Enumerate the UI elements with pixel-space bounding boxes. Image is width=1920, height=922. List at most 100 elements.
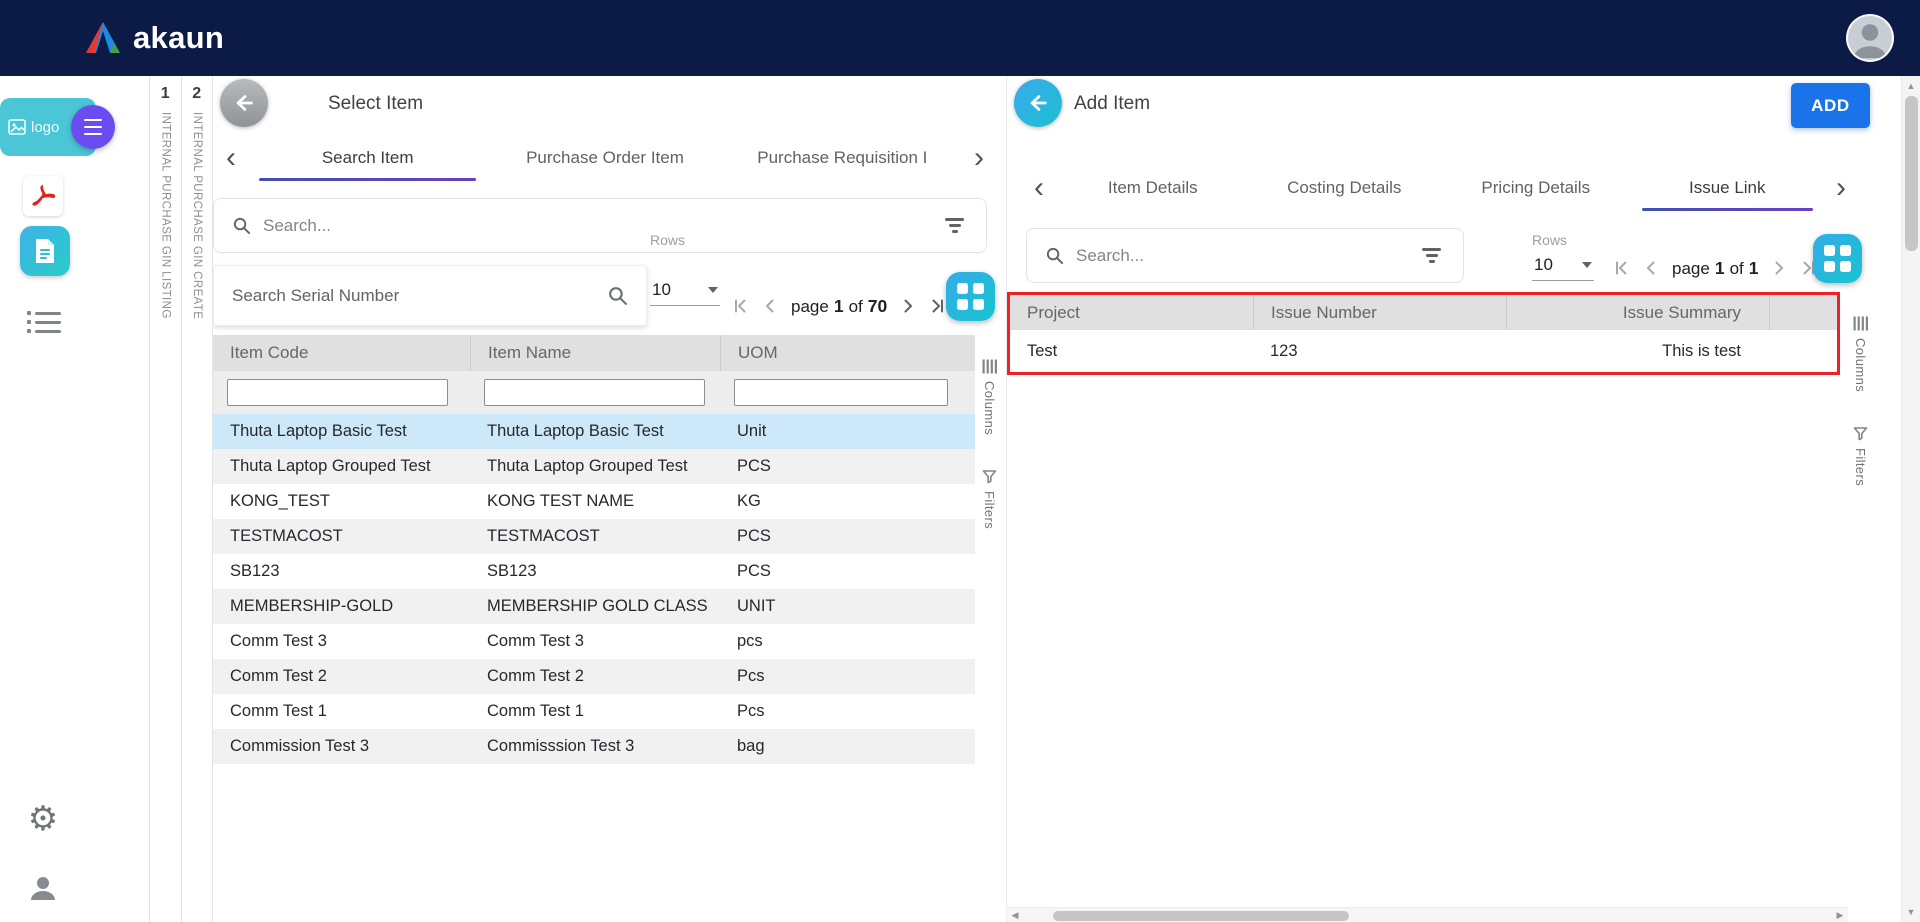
issue-table-body: Test123This is test (1010, 330, 1837, 372)
brand-logo[interactable]: akaun (84, 20, 224, 56)
rows-per-page-select[interactable]: 10 (650, 280, 720, 306)
tabs-scroll-right-icon[interactable]: › (1823, 165, 1859, 211)
table-cell: SB123 (470, 562, 720, 581)
table-cell: TESTMACOST (470, 527, 720, 546)
column-filter-input[interactable] (734, 379, 948, 406)
table-row[interactable]: KONG_TESTKONG TEST NAMEKG (213, 484, 975, 519)
page-current: 1 (1715, 258, 1725, 279)
back-button[interactable] (1014, 79, 1062, 127)
column-header: Issue Summary (1506, 295, 1769, 330)
table-cell: PCS (720, 562, 975, 581)
tab-issue-link[interactable]: Issue Link (1632, 165, 1824, 211)
table-row[interactable]: Thuta Laptop Grouped TestThuta Laptop Gr… (213, 449, 975, 484)
right-panel-tabbar: ‹ Item DetailsCosting DetailsPricing Det… (1021, 165, 1859, 211)
columns-toggle[interactable]: Columns (1853, 316, 1869, 392)
table-row[interactable]: TESTMACOSTTESTMACOSTPCS (213, 519, 975, 554)
of-word: of (1730, 259, 1744, 279)
workflow-step[interactable]: 2INTERNAL PURCHASE GIN CREATE (181, 76, 213, 922)
filters-label: Filters (982, 491, 997, 529)
last-page-button[interactable] (926, 295, 948, 317)
search-icon (1045, 246, 1064, 265)
table-cell: Pcs (720, 702, 975, 721)
brand-name: akaun (133, 20, 224, 56)
columns-toggle[interactable]: Columns (982, 359, 998, 435)
prev-page-button[interactable] (1640, 257, 1662, 279)
table-row[interactable]: Thuta Laptop Basic TestThuta Laptop Basi… (213, 414, 975, 449)
table-row[interactable]: Comm Test 1Comm Test 1Pcs (213, 694, 975, 729)
tabs-scroll-left-icon[interactable]: ‹ (1021, 165, 1057, 211)
column-filter-input[interactable] (484, 379, 705, 406)
filters-toggle[interactable]: Filters (1853, 426, 1868, 486)
grip-columns-icon (982, 359, 998, 374)
column-header: Item Code (213, 335, 470, 371)
scrollbar-thumb[interactable] (1905, 96, 1918, 251)
rows-per-page-select[interactable]: 10 (1532, 255, 1594, 281)
scrollbar-thumb[interactable] (1053, 911, 1349, 921)
of-word: of (849, 297, 863, 317)
avatar-person-icon (1848, 16, 1892, 60)
right-tabs: Item DetailsCosting DetailsPricing Detai… (1057, 165, 1823, 211)
list-view-icon[interactable] (27, 306, 61, 338)
settings-gear-icon[interactable]: ⚙ (22, 798, 64, 840)
vertical-scrollbar[interactable]: ▲ ▼ (1901, 76, 1920, 922)
workflow-step[interactable]: 1INTERNAL PURCHASE GIN LISTING (149, 76, 181, 922)
brand-triangle-icon (84, 20, 122, 56)
table-row[interactable]: Comm Test 2Comm Test 2Pcs (213, 659, 975, 694)
issue-search-input[interactable] (1076, 246, 1406, 266)
grip-columns-icon (1853, 316, 1869, 331)
scroll-left-arrow-icon[interactable]: ◀ (1007, 910, 1023, 921)
tab-search-item[interactable]: Search Item (249, 135, 486, 181)
scrollbar-track[interactable] (1023, 908, 1832, 922)
tab-purchase-requisition-i[interactable]: Purchase Requisition I (724, 135, 961, 181)
page-total: 1 (1749, 258, 1759, 279)
filter-list-icon[interactable] (941, 214, 968, 236)
next-page-button[interactable] (897, 295, 919, 317)
filters-toggle[interactable]: Filters (982, 469, 997, 529)
tabs-scroll-right-icon[interactable]: › (961, 135, 997, 181)
item-search-box (213, 198, 987, 253)
table-row[interactable]: Commission Test 3Commisssion Test 3bag (213, 729, 975, 764)
first-page-button[interactable] (730, 295, 752, 317)
first-page-button[interactable] (1611, 257, 1633, 279)
grid-view-button[interactable] (946, 272, 995, 321)
tab-purchase-order-item[interactable]: Purchase Order Item (486, 135, 723, 181)
column-filter-input[interactable] (227, 379, 448, 406)
tab-pricing-details[interactable]: Pricing Details (1440, 165, 1632, 211)
page-total: 70 (868, 296, 887, 317)
tab-costing-details[interactable]: Costing Details (1249, 165, 1441, 211)
table-cell: MEMBERSHIP GOLD CLASS (470, 597, 720, 616)
horizontal-scrollbar[interactable]: ◀ ▶ (1007, 907, 1848, 922)
select-item-panel: Select Item ‹ Search ItemPurchase Order … (213, 76, 1003, 922)
add-button[interactable]: ADD (1791, 83, 1870, 128)
scroll-down-arrow-icon[interactable]: ▼ (1902, 907, 1920, 917)
sidebar-logo-text: logo (31, 119, 59, 136)
table-row[interactable]: Test123This is test (1010, 330, 1837, 372)
table-row[interactable]: MEMBERSHIP-GOLDMEMBERSHIP GOLD CLASSUNIT (213, 589, 975, 624)
document-icon (32, 237, 58, 265)
pdf-export-icon[interactable] (23, 176, 63, 216)
tab-item-details[interactable]: Item Details (1057, 165, 1249, 211)
next-page-button[interactable] (1768, 257, 1790, 279)
user-avatar[interactable] (1846, 14, 1894, 62)
prev-page-button[interactable] (759, 295, 781, 317)
scroll-up-arrow-icon[interactable]: ▲ (1902, 81, 1920, 91)
item-table-header: Item CodeItem NameUOM (213, 335, 975, 371)
hamburger-icon (84, 119, 102, 122)
table-row[interactable]: SB123SB123PCS (213, 554, 975, 589)
filter-list-icon[interactable] (1418, 244, 1445, 266)
grid-view-button[interactable] (1813, 234, 1862, 283)
tabs-scroll-left-icon[interactable]: ‹ (213, 135, 249, 181)
column-header: UOM (720, 335, 975, 371)
scroll-right-arrow-icon[interactable]: ▶ (1832, 910, 1848, 921)
back-button[interactable] (220, 79, 268, 127)
sidebar-menu-toggle[interactable] (71, 105, 115, 149)
table-row[interactable]: Comm Test 3Comm Test 3pcs (213, 624, 975, 659)
serial-search-icon[interactable] (607, 285, 628, 306)
table-cell: Comm Test 3 (470, 632, 720, 651)
document-app-icon[interactable] (20, 226, 70, 276)
profile-person-icon[interactable] (25, 870, 61, 906)
serial-search-input[interactable] (232, 286, 607, 306)
pagination: page 1 of 1 (1611, 257, 1819, 279)
item-search-input[interactable] (263, 216, 929, 236)
acrobat-swirl-icon (29, 182, 57, 210)
